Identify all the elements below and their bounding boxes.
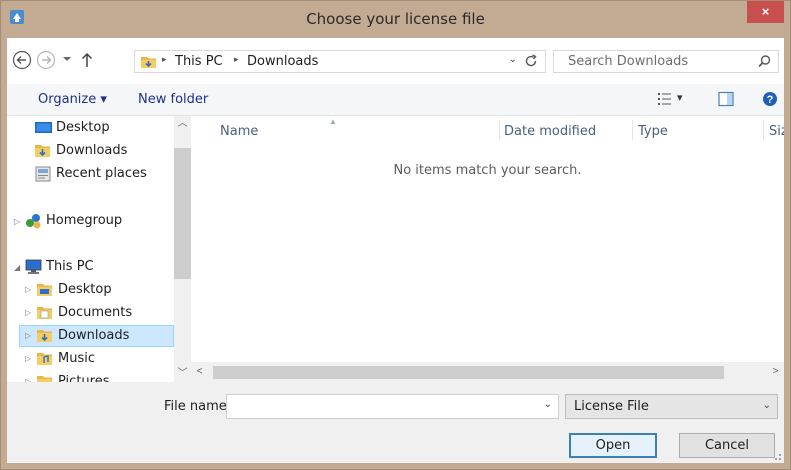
nav-item-desktop-folder[interactable]: Desktop — [37, 280, 167, 301]
file-name-label: File name: — [164, 399, 232, 414]
search-icon[interactable] — [757, 54, 772, 69]
navigation-pane[interactable]: Desktop Downloads Recent places ▷ Homegr… — [7, 116, 190, 382]
forward-button[interactable] — [36, 50, 56, 70]
expand-arrow-icon[interactable]: ▷ — [25, 331, 31, 340]
nav-item-label: Homegroup — [46, 213, 123, 228]
command-bar: Organize ▾ New folder ▾ ? — [7, 84, 784, 116]
file-list[interactable]: ▲ Name Date modified Type Size No items … — [191, 116, 784, 382]
column-header-size[interactable]: Size — [769, 124, 784, 139]
nav-item-desktop[interactable]: Desktop — [35, 118, 165, 139]
expand-arrow-icon[interactable]: ▷ — [14, 217, 20, 226]
documents-folder-icon — [37, 307, 52, 319]
expand-arrow-icon[interactable]: ▷ — [25, 285, 31, 294]
recent-locations-chevron-icon[interactable] — [60, 52, 74, 66]
window-title: Choose your license file — [306, 10, 485, 28]
nav-item-downloads-selected[interactable]: Downloads — [37, 326, 167, 347]
file-name-input[interactable] — [227, 395, 527, 418]
nav-item-label: Music — [58, 351, 95, 366]
nav-item-label: Downloads — [56, 143, 128, 158]
scrollbar-thumb[interactable] — [174, 148, 191, 279]
expand-arrow-icon[interactable]: ▷ — [25, 354, 31, 363]
file-type-dropdown-icon: ⌄ — [762, 400, 771, 411]
column-header-date-modified[interactable]: Date modified — [504, 124, 596, 139]
navigation-pane-scrollbar[interactable]: ︿ ﹀ — [174, 116, 191, 382]
file-type-selected-value: License File — [574, 399, 649, 414]
views-dropdown-icon: ▾ — [677, 92, 683, 104]
column-divider[interactable] — [632, 120, 633, 140]
column-divider[interactable] — [763, 120, 764, 140]
svg-text:?: ? — [767, 94, 774, 106]
recent-places-icon — [35, 166, 51, 182]
column-header-name[interactable]: Name — [220, 124, 258, 139]
music-folder-icon — [37, 353, 52, 365]
nav-item-label: Recent places — [56, 166, 147, 181]
file-type-select[interactable]: License File ⌄ — [565, 394, 778, 419]
nav-item-recent-places[interactable]: Recent places — [35, 164, 170, 185]
file-name-dropdown-icon[interactable]: ⌄ — [544, 399, 552, 410]
help-icon[interactable]: ? — [762, 91, 778, 107]
search-input[interactable] — [554, 51, 744, 72]
dialog-window: Choose your license file × ▸ This PC ▸ D… — [0, 0, 791, 470]
resize-grip-icon[interactable] — [772, 451, 782, 461]
breadcrumb-this-pc[interactable]: This PC — [175, 54, 223, 69]
view-details-icon — [658, 93, 671, 105]
downloads-folder-icon — [141, 57, 156, 68]
nav-item-label: Documents — [58, 305, 133, 320]
back-button[interactable] — [12, 50, 32, 70]
breadcrumb-downloads[interactable]: Downloads — [247, 54, 318, 69]
scroll-right-arrow-icon[interactable]: > — [767, 364, 784, 380]
nav-item-label: Pictures — [58, 374, 110, 382]
collapse-arrow-icon[interactable]: ◢ — [14, 263, 20, 272]
nav-item-label: Desktop — [58, 282, 112, 297]
column-divider[interactable] — [499, 120, 500, 140]
address-bar[interactable]: ▸ This PC ▸ Downloads ⌄ — [134, 50, 546, 73]
pictures-folder-icon — [37, 376, 52, 382]
downloads-folder-icon — [35, 145, 50, 157]
empty-folder-message: No items match your search. — [393, 163, 582, 178]
nav-item-pictures[interactable]: Pictures — [37, 372, 167, 382]
cancel-button[interactable]: Cancel — [679, 433, 775, 458]
desktop-icon — [35, 122, 52, 133]
nav-item-label: This PC — [46, 259, 94, 274]
nav-item-documents[interactable]: Documents — [37, 303, 167, 324]
nav-item-label: Downloads — [58, 328, 130, 343]
scrollbar-thumb[interactable] — [213, 366, 724, 379]
breadcrumb-separator: ▸ — [162, 54, 167, 64]
sort-ascending-icon: ▲ — [329, 117, 337, 126]
new-folder-button[interactable]: New folder — [138, 92, 208, 107]
scroll-up-arrow-icon[interactable]: ︿ — [174, 116, 191, 132]
close-button[interactable]: × — [747, 1, 784, 23]
computer-icon — [25, 259, 42, 274]
nav-item-downloads[interactable]: Downloads — [35, 141, 165, 162]
dialog-client-area: ▸ This PC ▸ Downloads ⌄ Organize ▾ — [7, 38, 784, 463]
up-one-level-button[interactable] — [79, 50, 95, 70]
open-button[interactable]: Open — [569, 433, 657, 458]
file-name-combobox: ⌄ — [226, 394, 559, 419]
desktop-folder-icon — [37, 284, 52, 296]
address-row: ▸ This PC ▸ Downloads ⌄ — [7, 38, 784, 84]
nav-item-homegroup[interactable]: Homegroup — [25, 211, 155, 232]
preview-pane-icon[interactable] — [718, 91, 734, 107]
column-header-type[interactable]: Type — [638, 124, 668, 139]
nav-item-this-pc[interactable]: This PC — [25, 257, 155, 278]
title-bar[interactable]: Choose your license file × — [1, 1, 790, 37]
downloads-folder-icon — [37, 330, 52, 342]
breadcrumb-separator: ▸ — [234, 54, 239, 64]
file-selection-panel: File name: ⌄ License File ⌄ Open Cancel — [7, 382, 784, 463]
refresh-icon[interactable] — [523, 53, 539, 69]
file-list-horizontal-scrollbar[interactable]: < > — [191, 362, 784, 382]
scroll-down-arrow-icon[interactable]: ﹀ — [174, 366, 191, 382]
organize-menu-button[interactable]: Organize ▾ — [38, 92, 107, 107]
address-dropdown-icon[interactable]: ⌄ — [509, 54, 517, 65]
change-view-button[interactable]: ▾ — [657, 91, 687, 107]
search-box — [553, 50, 779, 73]
nav-item-music[interactable]: Music — [37, 349, 167, 370]
scroll-left-arrow-icon[interactable]: < — [191, 364, 208, 380]
expand-arrow-icon[interactable]: ▷ — [25, 308, 31, 317]
nav-item-label: Desktop — [56, 120, 110, 135]
homegroup-icon — [26, 214, 41, 229]
